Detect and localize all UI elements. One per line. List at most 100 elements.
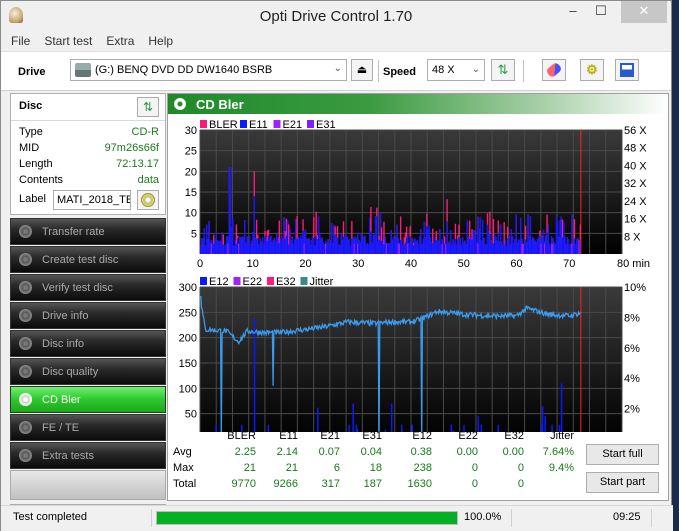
disc-row-label: Contents	[19, 174, 64, 186]
e11-bar	[492, 243, 495, 254]
e11-bar	[351, 238, 353, 254]
e11-bar	[510, 229, 513, 254]
maximize-button[interactable]: ☐	[586, 1, 616, 23]
e11-bar	[517, 239, 520, 254]
e11-bar	[248, 235, 251, 254]
e11-bar	[564, 236, 566, 254]
e11-bar	[518, 239, 521, 254]
e11-bar	[416, 239, 419, 254]
e11-bar	[476, 241, 478, 254]
minimize-button[interactable]: ‒	[558, 1, 588, 23]
e11-bar	[261, 237, 264, 254]
stats-cell: 2.14	[276, 446, 298, 458]
e21-bar	[357, 243, 359, 254]
start-part-button[interactable]: Start part	[586, 472, 659, 493]
menu-help[interactable]: Help	[148, 34, 173, 48]
e11-bar	[291, 238, 294, 254]
e11-bar	[273, 238, 276, 254]
elapsed-time: 09:25	[613, 511, 641, 523]
e11-bar	[545, 235, 547, 254]
e11-bar	[483, 238, 485, 254]
e11-bar	[503, 244, 505, 254]
e11-bar	[508, 235, 510, 254]
e11-bar	[409, 236, 411, 254]
e11-bar	[496, 240, 498, 254]
e11-bar	[369, 217, 371, 254]
refresh-speed-button[interactable]: ⇅	[491, 59, 515, 81]
drive-select[interactable]: (G:) BENQ DVD DD DW1640 BSRB ⌄	[70, 59, 347, 81]
e11-bar	[348, 238, 351, 254]
eject-button[interactable]: ⏏	[351, 59, 373, 81]
e11-bar	[288, 244, 290, 254]
legend-label-e32: E32	[276, 276, 296, 288]
e11-bar	[322, 242, 324, 254]
nav-item-cd-bler[interactable]: CD Bler	[10, 386, 166, 413]
nav-item-verify-test-disc[interactable]: Verify test disc	[10, 274, 166, 301]
e11-bar	[546, 232, 548, 254]
e11-bar	[447, 243, 449, 254]
e11-bar	[563, 222, 565, 254]
e11-bar	[454, 238, 457, 254]
e11-bar	[245, 242, 247, 254]
e11-bar	[270, 235, 272, 254]
e11-bar	[502, 244, 504, 254]
e11-bar	[554, 243, 557, 254]
stats-cell	[524, 476, 574, 492]
e11-bar	[276, 233, 278, 254]
refresh-icon: ⇅	[142, 100, 154, 114]
nav-item-label: Drive info	[42, 309, 89, 322]
config-button[interactable]: ⚙	[580, 59, 604, 81]
menu-extra[interactable]: Extra	[106, 34, 134, 48]
nav-item-fe-te[interactable]: FE / TE	[10, 414, 166, 441]
e11-bar	[328, 243, 330, 254]
close-button[interactable]: ✕	[621, 1, 667, 23]
e11-bar	[535, 242, 538, 254]
e11-bar	[302, 230, 304, 254]
disc-label-input[interactable]: MATI_2018_TEI	[53, 190, 131, 210]
menu-file[interactable]: File	[11, 34, 30, 48]
start-full-button[interactable]: Start full	[586, 444, 659, 465]
e21-bar	[303, 243, 305, 254]
erase-button[interactable]	[542, 59, 566, 81]
speed-label: Speed	[383, 66, 417, 78]
sidebar: Disc ⇅ Type CD-R MID 97m26s66f Length 72:13…	[10, 93, 166, 524]
stats-cell: 0	[517, 478, 524, 490]
e21-bar	[238, 243, 240, 254]
config-icon: ⚙	[586, 62, 598, 77]
nav-item-create-test-disc[interactable]: Create test disc	[10, 246, 166, 273]
e11-bar	[370, 231, 372, 254]
e11-bar	[473, 230, 476, 254]
disc-refresh-button[interactable]: ⇅	[137, 97, 159, 117]
disc-label-button[interactable]	[137, 190, 159, 210]
e11-bar	[371, 242, 373, 254]
menu-start-test[interactable]: Start test	[44, 34, 92, 48]
speed-select[interactable]: 48 X ⌄	[427, 59, 485, 81]
e11-bar	[523, 244, 526, 254]
e11-bar	[232, 218, 234, 254]
x-tick-label: 20	[299, 258, 311, 270]
e11-bar	[301, 238, 303, 254]
disc-row-label: Length	[19, 158, 53, 170]
e11-bar	[323, 244, 326, 254]
e11-bar	[453, 242, 455, 254]
e11-bar	[311, 236, 314, 254]
e11-bar	[536, 239, 539, 254]
nav-item-extra-tests[interactable]: Extra tests	[10, 442, 166, 469]
disc-row-label: MID	[19, 142, 40, 154]
e11-bar	[418, 236, 421, 254]
y-tick-label: 5	[191, 228, 197, 240]
y-tick-label: 15	[185, 187, 197, 199]
y2-tick-label: 16 X	[624, 214, 647, 226]
e11-bar	[516, 242, 518, 254]
nav-item-disc-quality[interactable]: Disc quality	[10, 358, 166, 385]
nav-item-transfer-rate[interactable]: Transfer rate	[10, 218, 166, 245]
nav-item-disc-info[interactable]: Disc info	[10, 330, 166, 357]
e11-bar	[566, 237, 568, 254]
e11-bar	[404, 242, 407, 254]
legend-label-bler: BLER	[209, 119, 238, 131]
e11-bar	[515, 214, 517, 254]
nav-item-drive-info[interactable]: Drive info	[10, 302, 166, 329]
save-button[interactable]	[615, 59, 639, 81]
e11-bar	[399, 240, 402, 254]
e11-bar	[448, 241, 451, 254]
